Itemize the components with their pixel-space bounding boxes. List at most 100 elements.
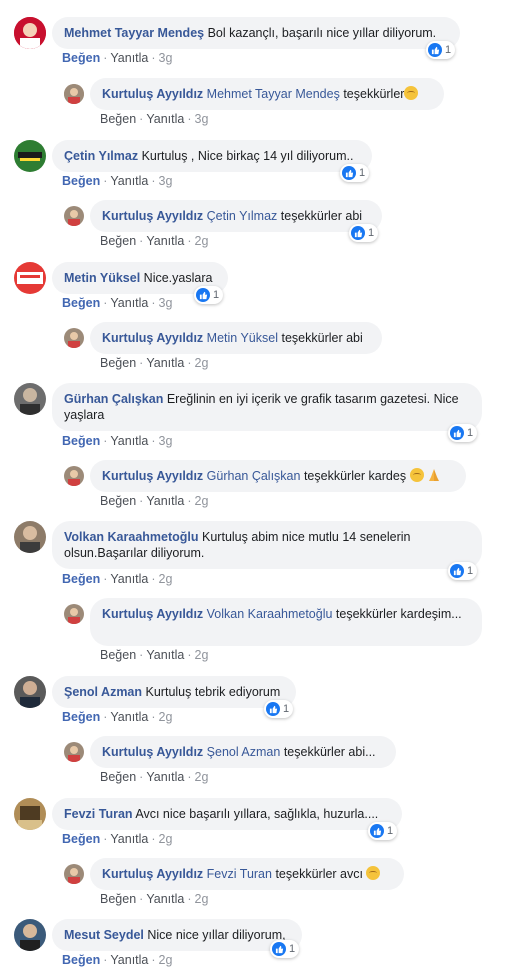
replier-name[interactable]: Kurtuluş Ayyıldız xyxy=(102,469,203,483)
reply-button[interactable]: Yanıtla xyxy=(110,434,148,448)
like-button[interactable]: Beğen xyxy=(62,832,100,846)
reply-button[interactable]: Yanıtla xyxy=(110,832,148,846)
reaction-count[interactable]: 1 xyxy=(448,562,478,580)
reply-timestamp[interactable]: 3g xyxy=(195,112,209,126)
reply-button[interactable]: Yanıtla xyxy=(146,234,184,248)
like-button[interactable]: Beğen xyxy=(62,174,100,188)
like-button[interactable]: Beğen xyxy=(62,953,100,967)
reply-button[interactable]: Yanıtla xyxy=(146,112,184,126)
reply-button[interactable]: Yanıtla xyxy=(110,296,148,310)
commenter-avatar[interactable] xyxy=(14,140,46,172)
reaction-count[interactable]: 1 xyxy=(270,940,300,958)
tagged-user[interactable]: Mehmet Tayyar Mendeş xyxy=(207,87,340,101)
reply-timestamp[interactable]: 2g xyxy=(195,892,209,906)
reply-avatar[interactable] xyxy=(64,206,84,226)
commenter-avatar[interactable] xyxy=(14,383,46,415)
commenter-avatar[interactable] xyxy=(14,919,46,951)
reply-button[interactable]: Yanıtla xyxy=(146,648,184,662)
replier-name[interactable]: Kurtuluş Ayyıldız xyxy=(102,867,203,881)
commenter-name[interactable]: Mesut Seydel xyxy=(64,928,144,942)
tagged-user[interactable]: Gürhan Çalışkan xyxy=(207,469,301,483)
comment-timestamp[interactable]: 2g xyxy=(159,710,173,724)
like-button[interactable]: Beğen xyxy=(100,494,136,508)
like-button[interactable]: Beğen xyxy=(62,51,100,65)
reply-button[interactable]: Yanıtla xyxy=(110,174,148,188)
reply-timestamp[interactable]: 2g xyxy=(195,234,209,248)
reply-bubble: Kurtuluş Ayyıldız Şenol Azman teşekkürle… xyxy=(90,736,396,768)
reply-text: teşekkürler xyxy=(343,87,405,101)
like-button[interactable]: Beğen xyxy=(62,572,100,586)
replier-name[interactable]: Kurtuluş Ayyıldız xyxy=(102,87,203,101)
commenter-avatar[interactable] xyxy=(14,262,46,294)
like-button[interactable]: Beğen xyxy=(100,770,136,784)
reply-button[interactable]: Yanıtla xyxy=(110,572,148,586)
reply-avatar[interactable] xyxy=(64,84,84,104)
like-button[interactable]: Beğen xyxy=(62,296,100,310)
tagged-user[interactable]: Fevzi Turan xyxy=(207,867,272,881)
commenter-name[interactable]: Volkan Karaahmetoğlu xyxy=(64,530,199,544)
like-button[interactable]: Beğen xyxy=(100,234,136,248)
reaction-count[interactable]: 1 xyxy=(368,822,398,840)
commenter-name[interactable]: Çetin Yılmaz xyxy=(64,149,138,163)
tagged-user[interactable]: Volkan Karaahmetoğlu xyxy=(207,607,333,621)
replier-name[interactable]: Kurtuluş Ayyıldız xyxy=(102,331,203,345)
like-button[interactable]: Beğen xyxy=(62,434,100,448)
tagged-user[interactable]: Çetin Yılmaz xyxy=(207,209,278,223)
like-button[interactable]: Beğen xyxy=(100,892,136,906)
comment-bubble: Şenol Azman Kurtuluş tebrik ediyorum xyxy=(52,676,296,708)
commenter-name[interactable]: Şenol Azman xyxy=(64,685,142,699)
comment-timestamp[interactable]: 3g xyxy=(159,174,173,188)
reaction-count[interactable]: 1 xyxy=(264,700,294,718)
reply-avatar[interactable] xyxy=(64,328,84,348)
comment-text: Nice nice yıllar diliyorum, xyxy=(147,928,286,942)
reply-button[interactable]: Yanıtla xyxy=(146,494,184,508)
reply-avatar[interactable] xyxy=(64,742,84,762)
reply-button[interactable]: Yanıtla xyxy=(110,51,148,65)
tagged-user[interactable]: Şenol Azman xyxy=(207,745,281,759)
like-reaction-icon xyxy=(428,43,442,57)
reply-avatar[interactable] xyxy=(64,604,84,624)
reply-timestamp[interactable]: 2g xyxy=(195,494,209,508)
comment-timestamp[interactable]: 2g xyxy=(159,953,173,967)
replier-name[interactable]: Kurtuluş Ayyıldız xyxy=(102,209,203,223)
commenter-avatar[interactable] xyxy=(14,521,46,553)
reply-timestamp[interactable]: 2g xyxy=(195,356,209,370)
reply-actions: Beğen · Yanıtla · 3g xyxy=(100,112,209,126)
reply-timestamp[interactable]: 2g xyxy=(195,770,209,784)
tagged-user[interactable]: Metin Yüksel xyxy=(207,331,278,345)
reaction-count[interactable]: 1 xyxy=(194,286,224,304)
comment-timestamp[interactable]: 3g xyxy=(159,434,173,448)
reaction-count[interactable]: 1 xyxy=(340,164,370,182)
comment-timestamp[interactable]: 3g xyxy=(159,51,173,65)
commenter-avatar[interactable] xyxy=(14,798,46,830)
reply-text: teşekkürler abi xyxy=(280,209,363,223)
reply-button[interactable]: Yanıtla xyxy=(110,710,148,724)
like-button[interactable]: Beğen xyxy=(100,648,136,662)
reply-text: teşekkürler kardeşim... xyxy=(335,607,462,621)
commenter-name[interactable]: Gürhan Çalışkan xyxy=(64,392,163,406)
commenter-name[interactable]: Fevzi Turan xyxy=(64,807,133,821)
like-button[interactable]: Beğen xyxy=(62,710,100,724)
like-reaction-icon xyxy=(342,166,356,180)
like-button[interactable]: Beğen xyxy=(100,356,136,370)
reply-button[interactable]: Yanıtla xyxy=(110,953,148,967)
comment-timestamp[interactable]: 2g xyxy=(159,832,173,846)
reply-button[interactable]: Yanıtla xyxy=(146,892,184,906)
comment-timestamp[interactable]: 2g xyxy=(159,572,173,586)
reaction-count[interactable]: 1 xyxy=(448,424,478,442)
like-button[interactable]: Beğen xyxy=(100,112,136,126)
reaction-count[interactable]: 1 xyxy=(426,41,456,59)
reply-button[interactable]: Yanıtla xyxy=(146,770,184,784)
commenter-name[interactable]: Metin Yüksel xyxy=(64,271,140,285)
commenter-avatar[interactable] xyxy=(14,17,46,49)
commenter-avatar[interactable] xyxy=(14,676,46,708)
commenter-name[interactable]: Mehmet Tayyar Mendeş xyxy=(64,26,204,40)
replier-name[interactable]: Kurtuluş Ayyıldız xyxy=(102,745,203,759)
reply-avatar[interactable] xyxy=(64,466,84,486)
reply-timestamp[interactable]: 2g xyxy=(195,648,209,662)
reaction-count[interactable]: 1 xyxy=(349,224,379,242)
replier-name[interactable]: Kurtuluş Ayyıldız xyxy=(102,607,203,621)
comment-timestamp[interactable]: 3g xyxy=(159,296,173,310)
reply-avatar[interactable] xyxy=(64,864,84,884)
reply-button[interactable]: Yanıtla xyxy=(146,356,184,370)
